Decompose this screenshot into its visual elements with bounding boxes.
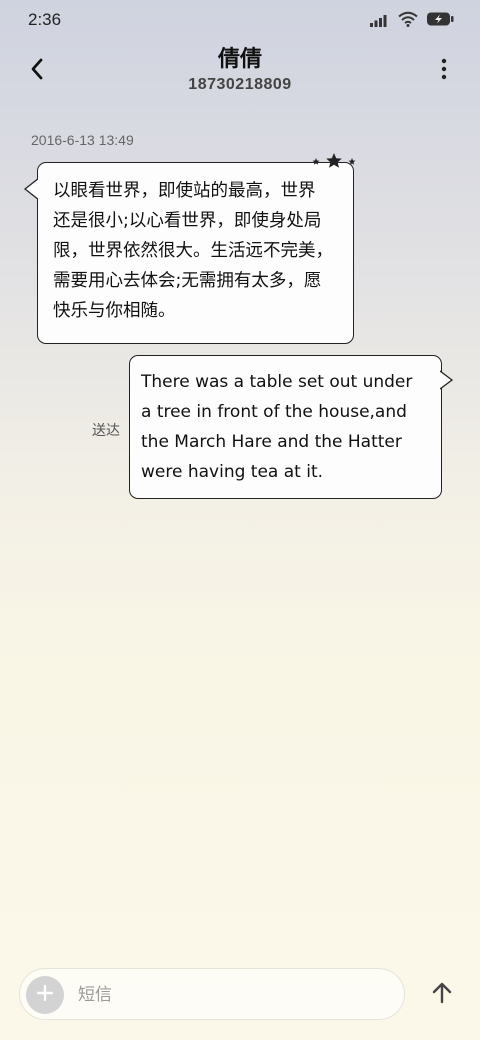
status-time: 2:36 [28,10,62,29]
add-icon [36,984,54,1006]
message-input[interactable] [76,979,380,1011]
incoming-line: 快乐与你相随。 [53,301,176,321]
bubble-tail-left [24,177,40,201]
wifi-icon [398,11,418,31]
more-options-button[interactable] [430,54,458,88]
status-icons [370,11,454,31]
incoming-line: 限，世界依然很大。生活远不完美， [53,241,333,261]
outgoing-line: the March Hare and the Hatter [141,432,402,452]
contact-name: 倩倩 [217,47,262,72]
incoming-line: 还是很小;以心看世界，即使身处局 [53,211,322,231]
composer-bar [19,968,405,1020]
more-vertical-icon [441,58,447,84]
battery-charging-icon [426,11,454,31]
delivery-status: 送达 [92,423,120,439]
outgoing-line: There was a table set out under [141,372,413,392]
contact-title: 倩倩 18730218809 [90,46,390,94]
send-button[interactable] [426,978,458,1012]
status-bar: 2:36 [0,0,480,40]
incoming-message-bubble[interactable]: 以眼看世界，即使站的最高，世界 还是很小;以心看世界，即使身处局 限，世界依然很… [24,162,354,344]
message-timestamp: 2016-6-13 13:49 [31,132,134,148]
outgoing-line: were having tea at it. [141,462,324,482]
bubble-tail-right [439,370,453,390]
incoming-line: 以眼看世界，即使站的最高，世界 [53,181,316,201]
back-arrow-icon [29,57,45,85]
contact-number: 18730218809 [188,76,292,93]
send-arrow-up-icon [432,982,452,1008]
outgoing-line: a tree in front of the house,and [141,402,407,422]
outgoing-message-bubble[interactable]: There was a table set out under a tree i… [129,355,453,499]
stars-decoration [310,152,358,172]
incoming-line: 需要用心去体会;无需拥有太多，愿 [53,271,322,291]
back-button[interactable] [20,54,54,88]
signal-icon [370,12,390,31]
conversation-header: 倩倩 18730218809 [0,40,480,110]
add-attachment-button[interactable] [26,976,64,1014]
